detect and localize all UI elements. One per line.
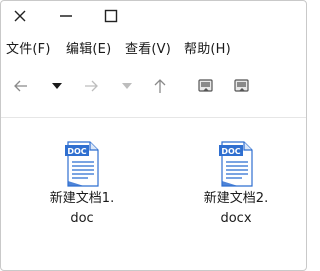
file-name-line-1: 新建文档2.	[203, 191, 269, 206]
title-bar	[1, 1, 306, 31]
navigation-toolbar	[1, 71, 306, 101]
menu-edit[interactable]: 编辑(E)	[66, 38, 111, 57]
maximize-button[interactable]	[100, 5, 122, 27]
file-manager-window: 文件(F) 编辑(E) 查看(V) 帮助(H) DOC 新建文档1. doc D…	[0, 0, 307, 271]
arrow-up-icon	[154, 79, 166, 93]
doc-file-icon: DOC	[219, 141, 253, 187]
file-item[interactable]: DOC 新建文档1. doc	[37, 141, 127, 229]
menu-view[interactable]: 查看(V)	[125, 38, 171, 57]
caret-down-icon	[122, 83, 132, 89]
up-button[interactable]	[150, 75, 170, 97]
arrow-left-icon	[14, 80, 27, 92]
doc-icon-label: DOC	[221, 147, 240, 156]
view-mode-icon	[234, 79, 249, 92]
arrow-right-icon	[85, 80, 98, 92]
menu-file[interactable]: 文件(F)	[6, 38, 51, 57]
file-name-line-2: doc	[70, 211, 94, 226]
menu-help[interactable]: 帮助(H)	[184, 38, 231, 57]
menu-bar: 文件(F) 编辑(E) 查看(V) 帮助(H)	[1, 35, 306, 57]
close-icon	[14, 10, 26, 22]
toolbar-divider	[1, 117, 306, 118]
file-name-label: 新建文档2. docx	[191, 189, 281, 229]
view-mode-button[interactable]	[196, 75, 216, 97]
close-button[interactable]	[9, 5, 31, 27]
maximize-icon	[104, 9, 118, 23]
view-mode-button-2[interactable]	[232, 75, 252, 97]
file-item[interactable]: DOC 新建文档2. docx	[191, 141, 281, 229]
doc-icon-label: DOC	[67, 147, 86, 156]
forward-history-dropdown[interactable]	[117, 75, 137, 97]
forward-button[interactable]	[81, 75, 101, 97]
file-name-line-2: docx	[220, 211, 252, 226]
view-mode-icon	[198, 79, 213, 92]
minimize-icon	[60, 15, 72, 17]
back-button[interactable]	[11, 75, 31, 97]
file-name-line-1: 新建文档1.	[49, 191, 115, 206]
minimize-button[interactable]	[55, 5, 77, 27]
doc-file-icon: DOC	[65, 141, 99, 187]
back-history-dropdown[interactable]	[47, 75, 67, 97]
file-name-label: 新建文档1. doc	[37, 189, 127, 229]
caret-down-icon	[52, 83, 62, 89]
